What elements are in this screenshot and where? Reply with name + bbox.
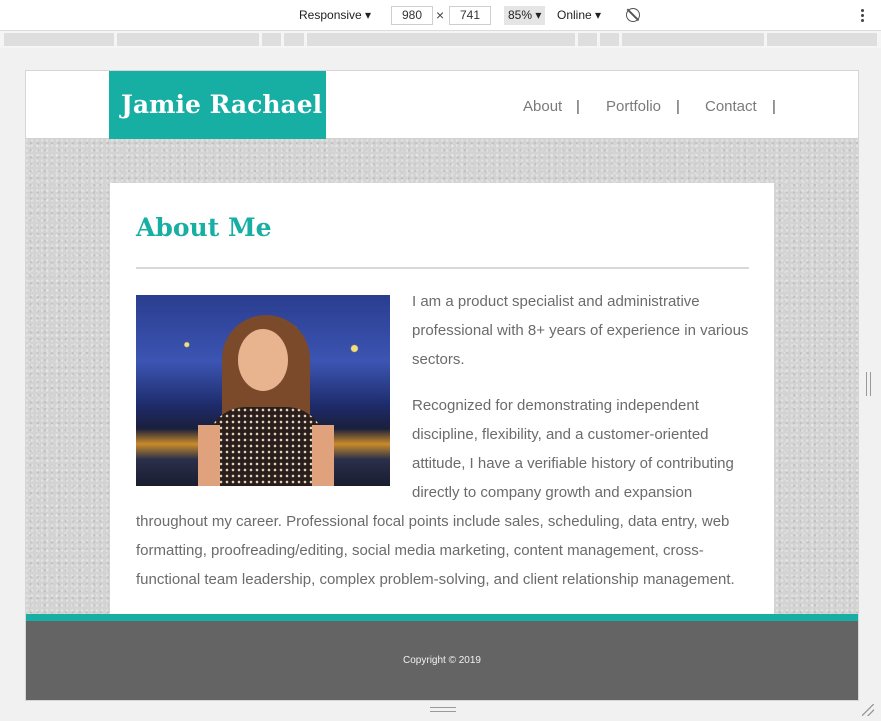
site-logo[interactable]: Jamie Rachael: [109, 71, 326, 139]
ruler-segment[interactable]: [284, 33, 304, 46]
rotate-icon[interactable]: [626, 8, 640, 22]
nav-separator: |: [772, 98, 776, 115]
nav-link-about[interactable]: About: [523, 98, 562, 115]
ruler-segment[interactable]: [622, 33, 764, 46]
nav-link-contact[interactable]: Contact: [705, 98, 757, 115]
more-options-icon[interactable]: [861, 9, 865, 23]
site-footer: Copyright © 2019: [26, 621, 858, 700]
footer-accent-line: [26, 614, 858, 621]
copyright-text: Copyright © 2019: [403, 655, 481, 666]
ruler-segment[interactable]: [4, 33, 114, 46]
nav-separator: |: [576, 98, 580, 115]
nav-separator: |: [676, 98, 680, 115]
nav-link-portfolio[interactable]: Portfolio: [606, 98, 661, 115]
emulated-viewport: Jamie Rachael About | Portfolio | Contac…: [25, 70, 859, 701]
ruler-segment[interactable]: [307, 33, 575, 46]
ruler-segment[interactable]: [117, 33, 259, 46]
ruler-segment[interactable]: [600, 33, 619, 46]
viewport-resize-handle-bottom[interactable]: [430, 707, 456, 712]
about-card: About Me I am a product specialist and a…: [110, 183, 774, 615]
page-title: About Me: [136, 213, 272, 242]
bio-text: I am a product specialist and administra…: [136, 287, 750, 611]
device-select[interactable]: Responsive ▾: [299, 8, 371, 22]
viewport-width-input[interactable]: 980: [391, 6, 433, 25]
media-query-ruler: [0, 31, 881, 48]
viewport-resize-handle-right[interactable]: [866, 372, 871, 396]
zoom-select[interactable]: 85% ▾: [504, 6, 546, 25]
viewport-height-input[interactable]: 741: [449, 6, 491, 25]
viewport-resize-handle-corner[interactable]: [862, 704, 874, 716]
site-header: Jamie Rachael About | Portfolio | Contac…: [26, 71, 858, 139]
ruler-segment[interactable]: [767, 33, 877, 46]
ruler-segment[interactable]: [262, 33, 281, 46]
dimension-separator: ×: [436, 7, 445, 23]
devtools-toolbar: Responsive ▾ 980 × 741 85% ▾ Online ▾: [0, 0, 881, 31]
network-throttle-select[interactable]: Online ▾: [557, 8, 601, 22]
ruler-segment[interactable]: [578, 33, 597, 46]
title-divider: [136, 267, 749, 269]
